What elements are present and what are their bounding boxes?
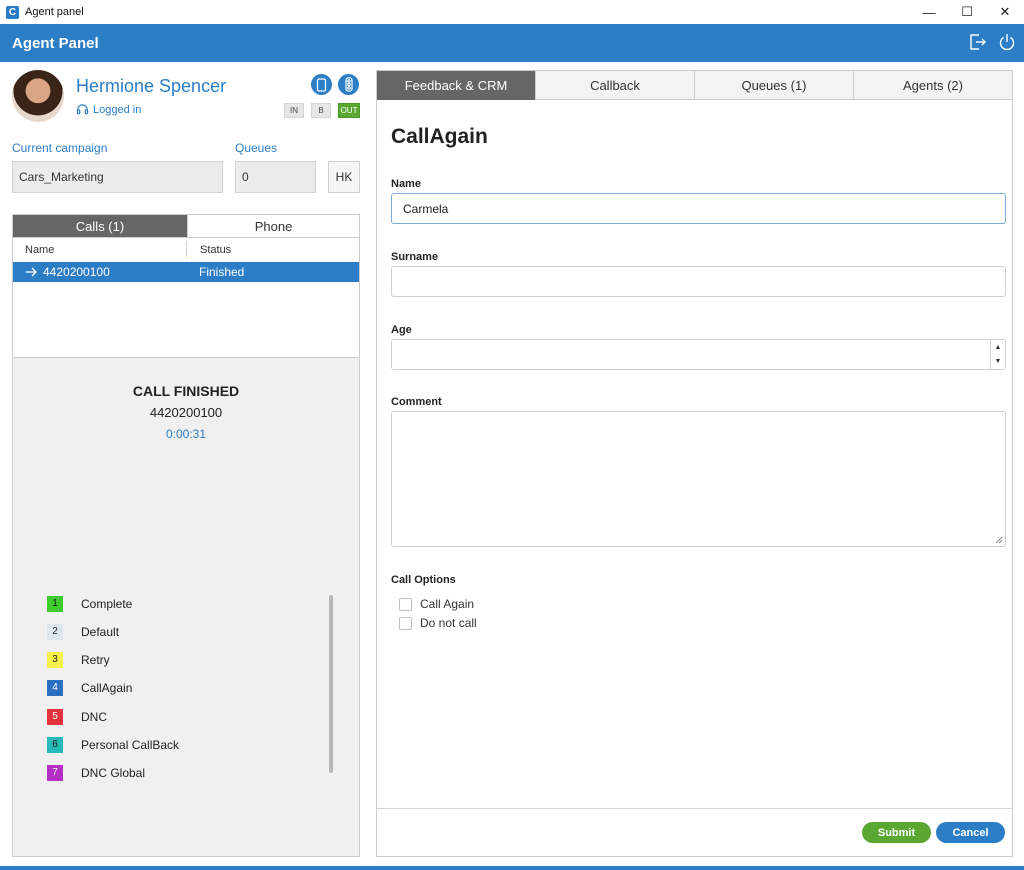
footer-divider	[377, 808, 1012, 809]
mode-b-badge[interactable]: B	[311, 103, 331, 118]
age-stepper[interactable]	[391, 339, 1006, 370]
agent-name: Hermione Spencer	[76, 76, 227, 96]
disposition-dnc-global[interactable]: 7 DNC Global	[47, 764, 145, 781]
disposition-label: DNC	[81, 709, 107, 724]
power-icon[interactable]	[996, 30, 1018, 54]
call-again-checkbox[interactable]	[399, 597, 412, 611]
call-row-status: Finished	[199, 265, 245, 279]
comment-textarea[interactable]	[391, 411, 1006, 547]
agent-avatar	[12, 70, 64, 122]
column-header-name[interactable]: Name	[25, 244, 54, 256]
tab-feedback-crm[interactable]: Feedback & CRM	[377, 71, 536, 100]
form-title: CallAgain	[391, 125, 488, 148]
do-not-call-label: Do not call	[420, 616, 477, 630]
disposition-number: 3	[47, 651, 63, 668]
dispositions-scrollbar[interactable]	[329, 595, 333, 773]
headset-icon	[76, 104, 89, 115]
disposition-number: 2	[47, 623, 63, 640]
agent-status: Logged in	[76, 103, 141, 116]
tab-phone[interactable]: Phone	[187, 215, 359, 237]
option-do-not-call[interactable]: Do not call	[399, 615, 477, 631]
close-window-button[interactable]: ✕	[986, 0, 1024, 24]
window-titlebar: C Agent panel — ☐ ✕	[0, 0, 1024, 24]
right-tabs: Feedback & CRM Callback Queues (1) Agent…	[377, 71, 1012, 100]
call-state-number: 4420200100	[149, 405, 223, 420]
call-state-title: CALL FINISHED	[132, 383, 240, 399]
disposition-personal-callback[interactable]: 6 Personal CallBack	[47, 736, 179, 753]
campaign-field: Cars_Marketing	[12, 161, 223, 193]
option-call-again[interactable]: Call Again	[399, 596, 474, 612]
app-header: Agent Panel	[0, 24, 1024, 62]
age-spinner: ▲ ▼	[990, 340, 1005, 369]
tab-agents[interactable]: Agents (2)	[854, 71, 1012, 100]
disposition-number: 1	[47, 595, 63, 612]
tab-callback[interactable]: Callback	[536, 71, 695, 100]
call-duration: 0:00:31	[165, 427, 207, 441]
hk-button[interactable]: HK	[328, 161, 360, 193]
bottom-accent-bar	[0, 866, 1024, 870]
traffic-light-icon	[344, 77, 353, 92]
spin-down-icon[interactable]: ▼	[991, 355, 1005, 370]
spin-up-icon[interactable]: ▲	[991, 340, 1005, 355]
maximize-button[interactable]: ☐	[948, 0, 986, 24]
disposition-number: 7	[47, 764, 63, 781]
mobile-phone-icon	[316, 77, 327, 92]
do-not-call-checkbox[interactable]	[399, 616, 412, 630]
call-again-label: Call Again	[420, 597, 475, 611]
agent-status-label: Logged in	[93, 103, 142, 116]
disposition-label: Personal CallBack	[81, 737, 180, 752]
resize-grip-icon[interactable]	[995, 536, 1003, 544]
disposition-label: DNC Global	[81, 765, 146, 780]
queues-count-field: 0	[235, 161, 316, 193]
disposition-label: Complete	[81, 596, 133, 611]
disposition-retry[interactable]: 3 Retry	[47, 651, 110, 668]
disposition-label: CallAgain	[81, 680, 133, 695]
disposition-dnc[interactable]: 5 DNC	[47, 708, 107, 725]
column-header-status[interactable]: Status	[200, 244, 231, 256]
call-row[interactable]: 4420200100 Finished	[13, 262, 359, 282]
minimize-button[interactable]: —	[910, 0, 948, 24]
disposition-number: 6	[47, 736, 63, 753]
column-divider[interactable]	[186, 241, 187, 257]
app-title: Agent Panel	[12, 34, 99, 52]
mode-in-badge[interactable]: IN	[284, 103, 304, 118]
call-options-label: Call Options	[391, 574, 456, 586]
queues-label: Queues	[235, 141, 278, 155]
disposition-number: 5	[47, 708, 63, 725]
disposition-callagain[interactable]: 4 CallAgain	[47, 679, 132, 696]
submit-button[interactable]: Submit	[862, 822, 931, 843]
disposition-label: Retry	[81, 652, 110, 667]
campaign-label: Current campaign	[12, 141, 108, 155]
disposition-label: Default	[81, 624, 120, 639]
surname-field[interactable]	[391, 266, 1006, 297]
calls-list: Name Status 4420200100 Finished	[13, 237, 359, 358]
tab-queues[interactable]: Queues (1)	[695, 71, 854, 100]
age-label: Age	[391, 324, 412, 336]
name-field[interactable]: Carmela	[391, 193, 1006, 224]
disposition-complete[interactable]: 1 Complete	[47, 595, 132, 612]
traffic-light-button[interactable]	[338, 74, 359, 95]
disposition-number: 4	[47, 679, 63, 696]
feedback-panel: Feedback & CRM Callback Queues (1) Agent…	[376, 70, 1013, 857]
outgoing-arrow-icon	[26, 267, 37, 277]
logout-icon[interactable]	[966, 30, 988, 54]
calls-panel: Calls (1) Phone Name Status 4420200100 F…	[12, 214, 360, 857]
surname-label: Surname	[391, 251, 439, 263]
app-logo-icon: C	[6, 5, 19, 19]
disposition-default[interactable]: 2 Default	[47, 623, 119, 640]
comment-label: Comment	[391, 396, 442, 408]
mode-out-badge[interactable]: OUT	[338, 103, 360, 118]
tab-calls[interactable]: Calls (1)	[13, 215, 187, 237]
cancel-button[interactable]: Cancel	[936, 822, 1005, 843]
window-title: Agent panel	[25, 6, 84, 18]
mobile-phone-button[interactable]	[311, 74, 332, 95]
name-label: Name	[391, 178, 421, 190]
call-row-number: 4420200100	[43, 265, 110, 279]
